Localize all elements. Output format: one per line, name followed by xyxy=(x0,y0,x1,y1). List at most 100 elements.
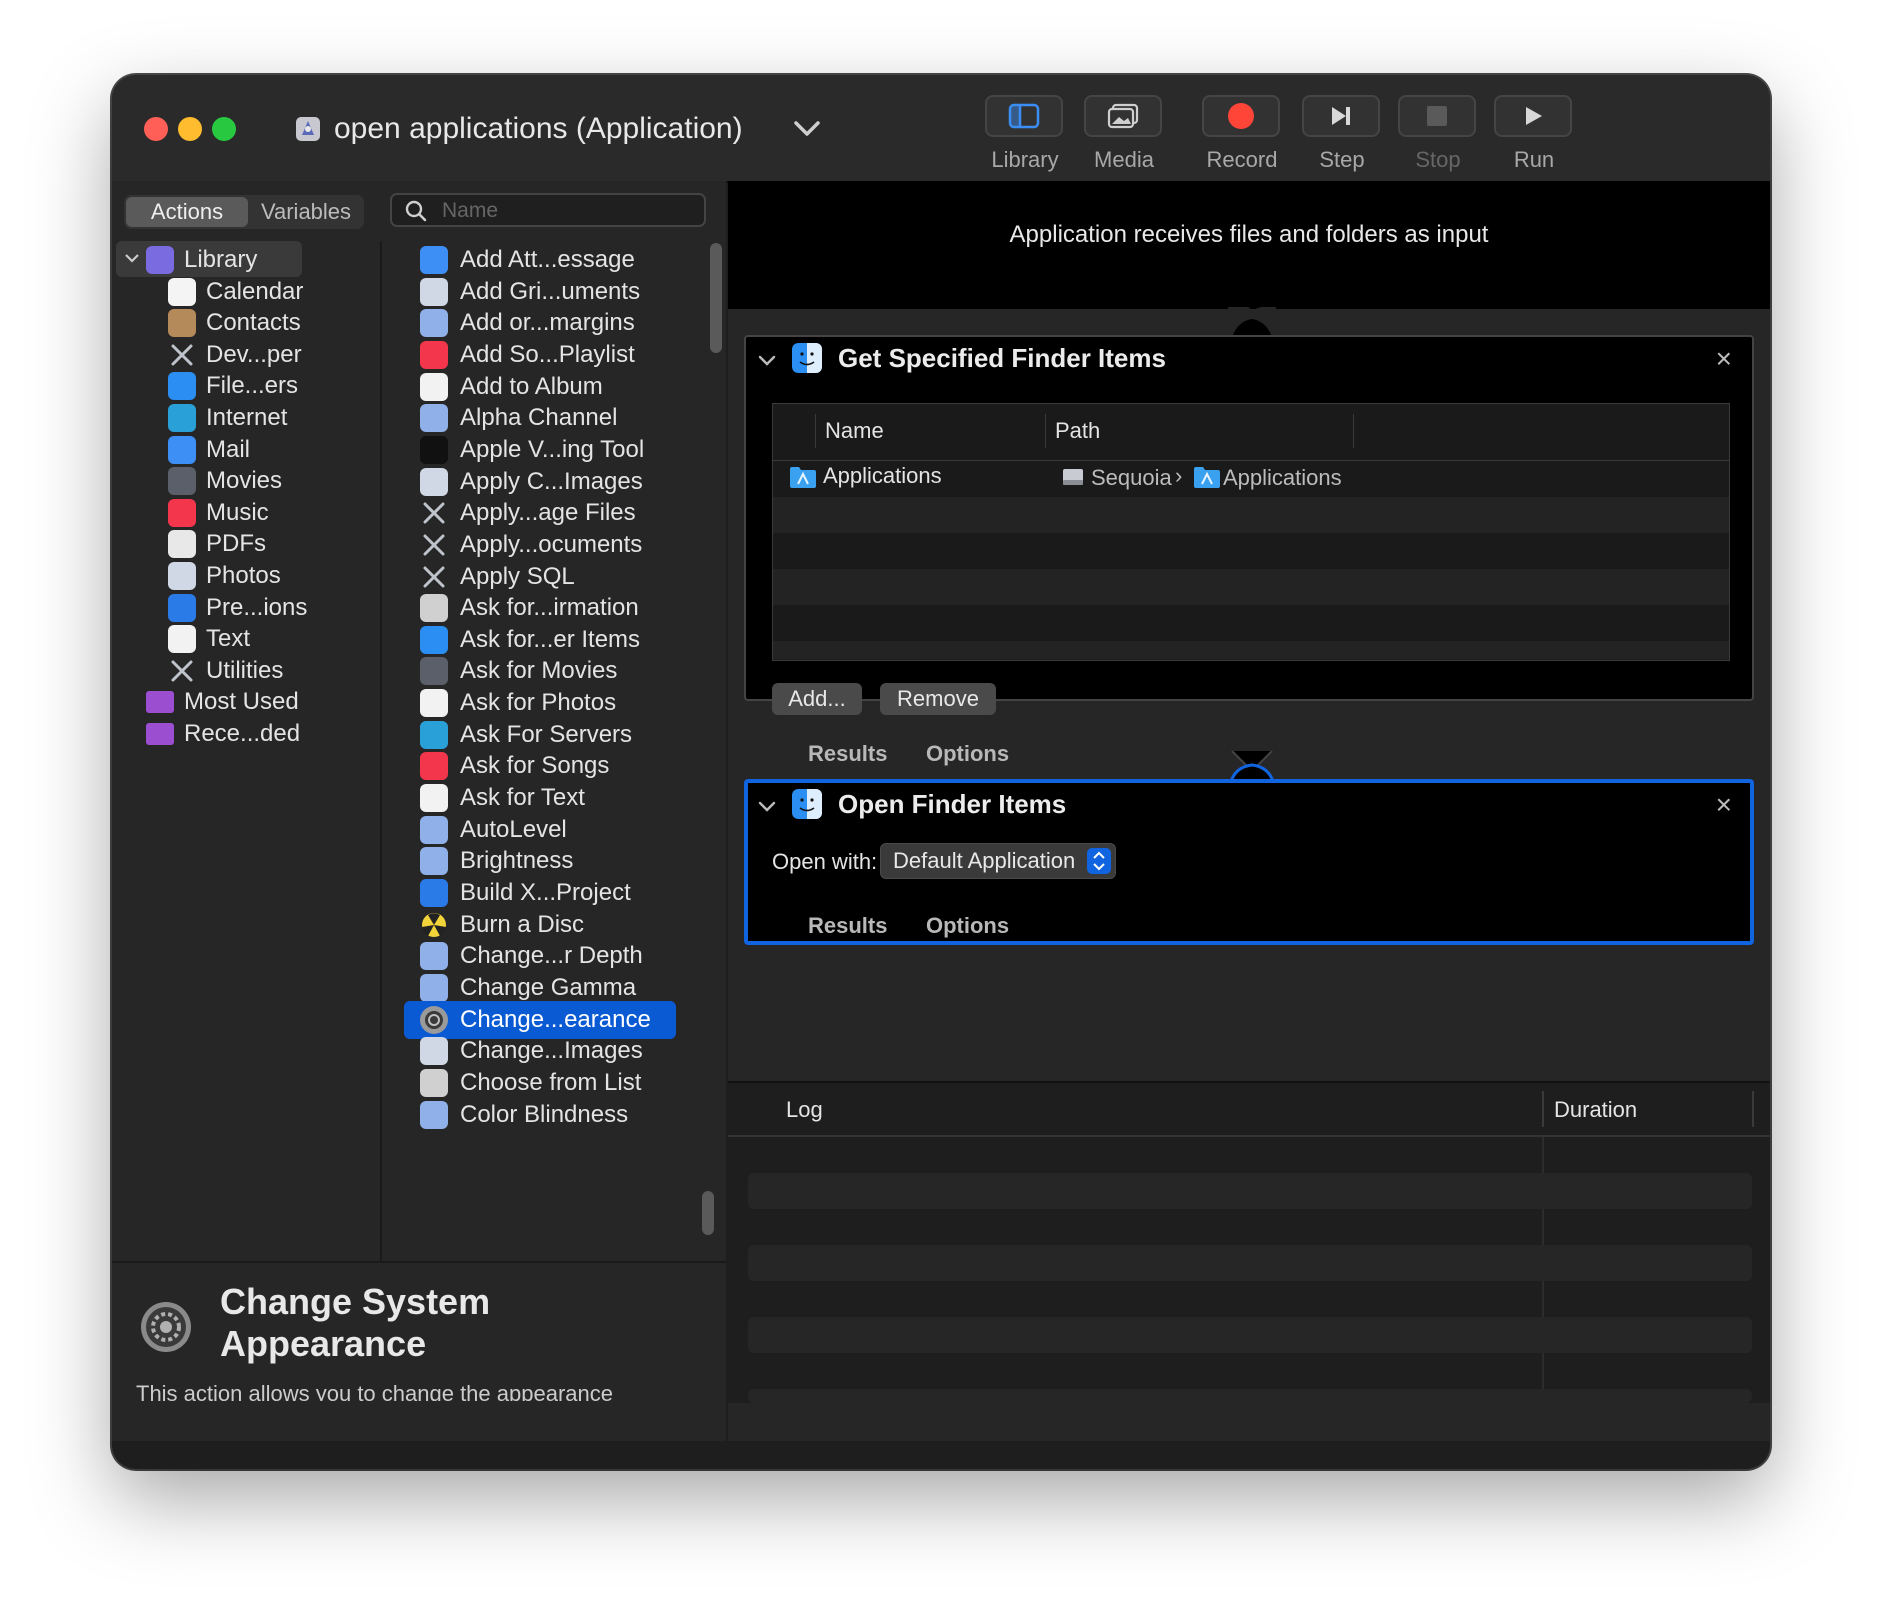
options-tab[interactable]: Options xyxy=(926,741,1009,767)
movies-icon xyxy=(420,657,448,686)
window-title: open applications (Application) xyxy=(334,112,743,145)
column-name-header[interactable]: Name xyxy=(825,418,884,444)
disk-icon xyxy=(1063,469,1083,485)
record-toggle[interactable] xyxy=(1202,95,1280,137)
internet-icon xyxy=(420,720,448,749)
table-row[interactable]: Applications Sequoia › Applications xyxy=(773,461,1729,497)
text-icon xyxy=(168,625,196,654)
search-input[interactable] xyxy=(440,198,694,224)
workflow-input-banner: Application receives files and folders a… xyxy=(728,181,1770,309)
close-icon[interactable]: × xyxy=(1716,345,1732,373)
automator-icon xyxy=(420,1068,448,1097)
item-name: Applications xyxy=(823,463,942,488)
tools-icon xyxy=(420,531,448,559)
path-disk: Sequoia xyxy=(1091,465,1172,490)
tools-icon xyxy=(420,499,448,527)
search-icon xyxy=(405,200,427,222)
library-pane: Actions Variables LibraryCalendarContact… xyxy=(112,181,726,1441)
image-icon xyxy=(420,847,448,876)
step-toggle[interactable] xyxy=(1302,95,1380,137)
options-tab[interactable]: Options xyxy=(926,913,1009,939)
remove-button[interactable]: Remove xyxy=(880,683,996,715)
stop-toggle[interactable] xyxy=(1398,95,1476,137)
empty-row xyxy=(773,569,1729,605)
chevron-down-icon[interactable] xyxy=(124,253,140,265)
popup-stepper-icon xyxy=(1087,848,1111,874)
internet-icon xyxy=(168,404,196,432)
run-toggle[interactable] xyxy=(1494,95,1572,137)
image-icon xyxy=(420,815,448,844)
actions-scrollbar[interactable] xyxy=(710,243,722,353)
search-field[interactable] xyxy=(390,193,706,227)
workflow-pane: Application receives files and folders a… xyxy=(728,181,1770,1441)
music-icon xyxy=(420,752,448,781)
step-toolbar-button[interactable]: Step xyxy=(1302,95,1382,179)
description-text: This action allows you to change the app… xyxy=(136,1381,613,1401)
image-icon xyxy=(420,1100,448,1129)
results-tab[interactable]: Results xyxy=(808,913,887,939)
actions-tab[interactable]: Actions xyxy=(126,197,248,227)
table-header: Name Path xyxy=(773,404,1729,461)
sidebar-item-label: Rece...ded xyxy=(184,720,301,747)
close-window-button[interactable] xyxy=(144,117,168,141)
action-title: Get Specified Finder Items xyxy=(838,343,1166,373)
action-item-27[interactable]: Color Blindness xyxy=(384,1096,704,1134)
automator-icon xyxy=(420,594,448,623)
image-icon xyxy=(420,973,448,1002)
stop-toolbar-button[interactable]: Stop xyxy=(1398,95,1478,179)
calendar-icon xyxy=(168,277,196,306)
automator-app-icon xyxy=(296,117,320,141)
music-icon xyxy=(168,498,196,527)
finder-icon xyxy=(792,789,822,819)
disclosure-chevron-icon[interactable] xyxy=(758,801,776,813)
get-specified-finder-items-action[interactable]: Get Specified Finder Items × Name Path A… xyxy=(744,335,1754,766)
media-toolbar-button[interactable]: Media xyxy=(1084,95,1164,179)
photos-icon xyxy=(420,372,448,401)
log-row xyxy=(748,1317,1752,1353)
image-icon xyxy=(420,404,448,433)
add-button[interactable]: Add... xyxy=(772,683,862,715)
path-folder: Applications xyxy=(1223,465,1342,490)
minimize-window-button[interactable] xyxy=(178,117,202,141)
path-separator: › xyxy=(1175,463,1183,488)
preview-icon xyxy=(420,1037,448,1066)
disclosure-chevron-icon[interactable] xyxy=(758,355,776,367)
library-toggle[interactable] xyxy=(985,95,1063,137)
media-toggle[interactable] xyxy=(1084,95,1162,137)
play-icon xyxy=(1526,107,1542,125)
open-finder-items-action[interactable]: Open Finder Items × Open with: Default A… xyxy=(744,779,1754,945)
finder-icon xyxy=(420,625,448,654)
library-icon xyxy=(146,246,174,274)
contacts-icon xyxy=(168,309,196,338)
zoom-window-button[interactable] xyxy=(212,117,236,141)
library-list: Library Calendar Contacts Dev...per File...e… xyxy=(112,241,382,1261)
open-with-popup[interactable]: Default Application xyxy=(880,843,1116,879)
sidebar-icon xyxy=(1008,103,1040,129)
description-scrollbar[interactable] xyxy=(702,1191,714,1235)
log-pane: Log Duration xyxy=(728,1081,1770,1403)
log-row xyxy=(748,1389,1752,1403)
system-settings-icon xyxy=(141,1302,191,1352)
chevron-down-icon[interactable] xyxy=(792,117,822,141)
finder-icon xyxy=(792,343,822,373)
duration-column-header[interactable]: Duration xyxy=(1554,1097,1637,1123)
run-toolbar-button[interactable]: Run xyxy=(1494,95,1574,179)
actions-variables-segmented-control: Actions Variables xyxy=(124,195,364,229)
library-toolbar-button[interactable]: Library xyxy=(985,95,1065,179)
variables-tab[interactable]: Variables xyxy=(250,197,362,227)
preview-icon xyxy=(420,467,448,496)
close-icon[interactable]: × xyxy=(1716,791,1732,819)
sidebar-item-15[interactable]: Rece...ded xyxy=(112,715,382,753)
burn-icon xyxy=(420,911,448,939)
record-toolbar-button[interactable]: Record xyxy=(1202,95,1282,179)
run-label: Run xyxy=(1513,147,1555,172)
empty-row xyxy=(773,497,1729,533)
movies-icon xyxy=(168,467,196,496)
image-icon xyxy=(420,309,448,338)
log-column-header[interactable]: Log xyxy=(786,1097,823,1123)
preview-icon xyxy=(420,277,448,306)
action-description-pane: Change System Appearance This action all… xyxy=(112,1261,726,1403)
developer-icon xyxy=(168,341,196,369)
results-tab[interactable]: Results xyxy=(808,741,887,767)
column-path-header[interactable]: Path xyxy=(1055,418,1100,444)
